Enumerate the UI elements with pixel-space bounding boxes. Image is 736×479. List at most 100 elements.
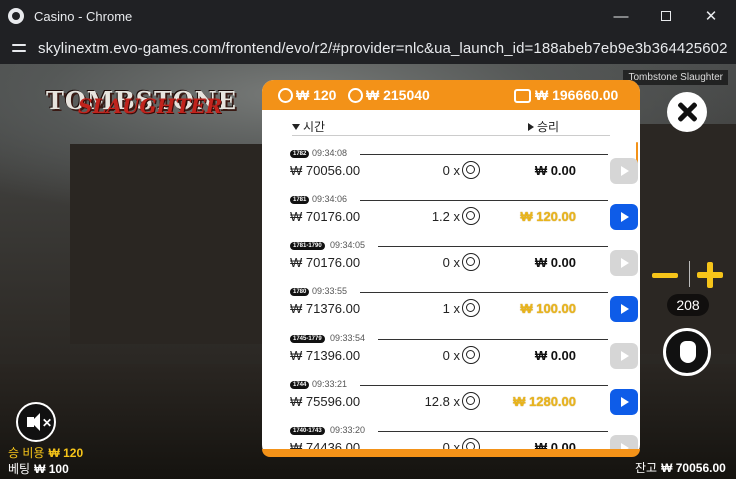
- row-time: 09:33:21: [312, 379, 348, 389]
- sort-time-header[interactable]: 시간: [292, 118, 325, 135]
- coin-icon: [278, 87, 293, 103]
- header-balance: ₩ 196660.00: [535, 87, 619, 103]
- game-area: TOMBSTONE SLAUGHTER Tombstone Slaughter …: [0, 64, 736, 479]
- row-balance: ₩ 70176.00: [290, 209, 361, 224]
- row-win: ₩ 0.00: [534, 348, 576, 363]
- round-badge: 1782: [290, 150, 310, 158]
- row-multiplier: 0 x: [442, 163, 460, 178]
- row-multiplier: 0 x: [442, 348, 460, 363]
- increase-bet-button[interactable]: [697, 262, 723, 288]
- chip-icon: [462, 253, 480, 271]
- replay-button[interactable]: [610, 158, 638, 184]
- row-time: 09:34:05: [330, 240, 366, 250]
- bet-amount: 베팅 ₩ 100: [8, 462, 69, 476]
- replay-button[interactable]: [610, 296, 638, 322]
- maximize-icon: [661, 11, 671, 21]
- history-panel: ₩ 120 ₩ 215040 ₩ 196660.00 시간 승리 1782 09:…: [262, 80, 640, 457]
- row-win: ₩ 120.00: [520, 209, 576, 224]
- header-total-bet: ₩ 215040: [366, 87, 430, 103]
- sort-right-icon: [528, 123, 534, 131]
- background-building-right: [640, 124, 736, 354]
- wallet-icon: [514, 89, 531, 103]
- row-win: ₩ 0.00: [534, 163, 576, 178]
- history-row: 1781 09:34:06 ₩ 70176.00 1.2 x ₩ 120.00: [290, 194, 638, 242]
- bet-count: 208: [667, 294, 709, 316]
- round-badge: 1780: [290, 288, 310, 296]
- row-divider: [378, 431, 608, 432]
- round-badge: 1781-1790: [290, 242, 325, 250]
- row-divider: [360, 292, 608, 293]
- row-time: 09:34:06: [312, 194, 348, 204]
- play-icon: [621, 166, 629, 176]
- coin-stack-icon: [348, 87, 363, 103]
- row-balance: ₩ 75596.00: [290, 394, 361, 409]
- row-time: 09:34:08: [312, 148, 348, 158]
- bet-divider: [689, 261, 690, 287]
- row-multiplier: 0 x: [442, 255, 460, 270]
- window-title: Casino - Chrome: [34, 8, 133, 24]
- replay-button[interactable]: [610, 250, 638, 276]
- minimize-button[interactable]: —: [598, 0, 644, 32]
- chip-icon: [462, 299, 480, 317]
- close-window-button[interactable]: ✕: [688, 0, 734, 32]
- round-badge: 1781: [290, 196, 310, 204]
- play-icon: [621, 212, 629, 222]
- history-row: 1782 09:34:08 ₩ 70056.00 0 x ₩ 0.00: [290, 148, 638, 196]
- browser-title-bar: Casino - Chrome — ✕: [0, 0, 736, 32]
- maximize-button[interactable]: [643, 0, 689, 32]
- row-balance: ₩ 71376.00: [290, 301, 361, 316]
- replay-button[interactable]: [610, 389, 638, 415]
- spin-button[interactable]: [663, 328, 711, 376]
- decrease-bet-button[interactable]: [652, 273, 678, 278]
- background-building: [70, 144, 270, 344]
- row-win: ₩ 100.00: [520, 301, 576, 316]
- play-icon: [621, 351, 629, 361]
- round-badge: 1745-1779: [290, 335, 325, 343]
- chip-icon: [462, 161, 480, 179]
- replay-button[interactable]: [610, 204, 638, 230]
- panel-bottom-bar: [262, 449, 640, 457]
- chrome-icon: [8, 8, 24, 24]
- row-multiplier: 1.2 x: [431, 209, 460, 224]
- row-win: ₩ 0.00: [534, 255, 576, 270]
- url-text[interactable]: skylinextm.evo-games.com/frontend/evo/r2…: [38, 40, 728, 57]
- row-divider: [360, 200, 608, 201]
- row-divider: [360, 154, 608, 155]
- chip-icon: [462, 207, 480, 225]
- row-divider: [378, 246, 608, 247]
- sort-down-icon: [292, 124, 300, 130]
- play-icon: [621, 258, 629, 268]
- hand-pointer-icon: [680, 341, 696, 363]
- address-bar[interactable]: skylinextm.evo-games.com/frontend/evo/r2…: [0, 32, 736, 64]
- chip-icon: [462, 392, 480, 410]
- row-win: ₩ 1280.00: [513, 394, 576, 409]
- history-row: 1745-1779 09:33:54 ₩ 71396.00 0 x ₩ 0.00: [290, 333, 638, 381]
- row-balance: ₩ 70056.00: [290, 163, 361, 178]
- play-icon: [621, 397, 629, 407]
- history-row: 1780 09:33:55 ₩ 71376.00 1 x ₩ 100.00: [290, 286, 638, 334]
- site-settings-icon[interactable]: [12, 40, 28, 56]
- mute-button[interactable]: ✕: [16, 402, 56, 442]
- chip-icon: [462, 346, 480, 364]
- header-divider: [292, 135, 610, 136]
- row-multiplier: 12.8 x: [424, 394, 460, 409]
- play-icon: [621, 304, 629, 314]
- win-amount: 승 비용 ₩ 120: [8, 446, 84, 460]
- close-history-button[interactable]: [667, 92, 707, 132]
- history-row: 1744 09:33:21 ₩ 75596.00 12.8 x ₩ 1280.00: [290, 379, 638, 427]
- header-bet: ₩ 120: [296, 87, 337, 103]
- row-multiplier: 1 x: [442, 301, 460, 316]
- game-logo-subtitle: SLAUGHTER: [78, 94, 223, 118]
- row-time: 09:33:54: [330, 333, 366, 343]
- row-balance: ₩ 70176.00: [290, 255, 361, 270]
- row-time: 09:33:20: [330, 425, 366, 435]
- history-row: 1781-1790 09:34:05 ₩ 70176.00 0 x ₩ 0.00: [290, 240, 638, 288]
- history-header: ₩ 120 ₩ 215040 ₩ 196660.00: [262, 80, 640, 110]
- round-badge: 1744: [290, 381, 310, 389]
- row-divider: [378, 339, 608, 340]
- round-badge: 1740-1743: [290, 427, 325, 435]
- row-balance: ₩ 71396.00: [290, 348, 361, 363]
- replay-button[interactable]: [610, 343, 638, 369]
- balance-amount: 잔고 ₩ 70056.00: [635, 461, 726, 475]
- sort-win-header[interactable]: 승리: [528, 118, 559, 135]
